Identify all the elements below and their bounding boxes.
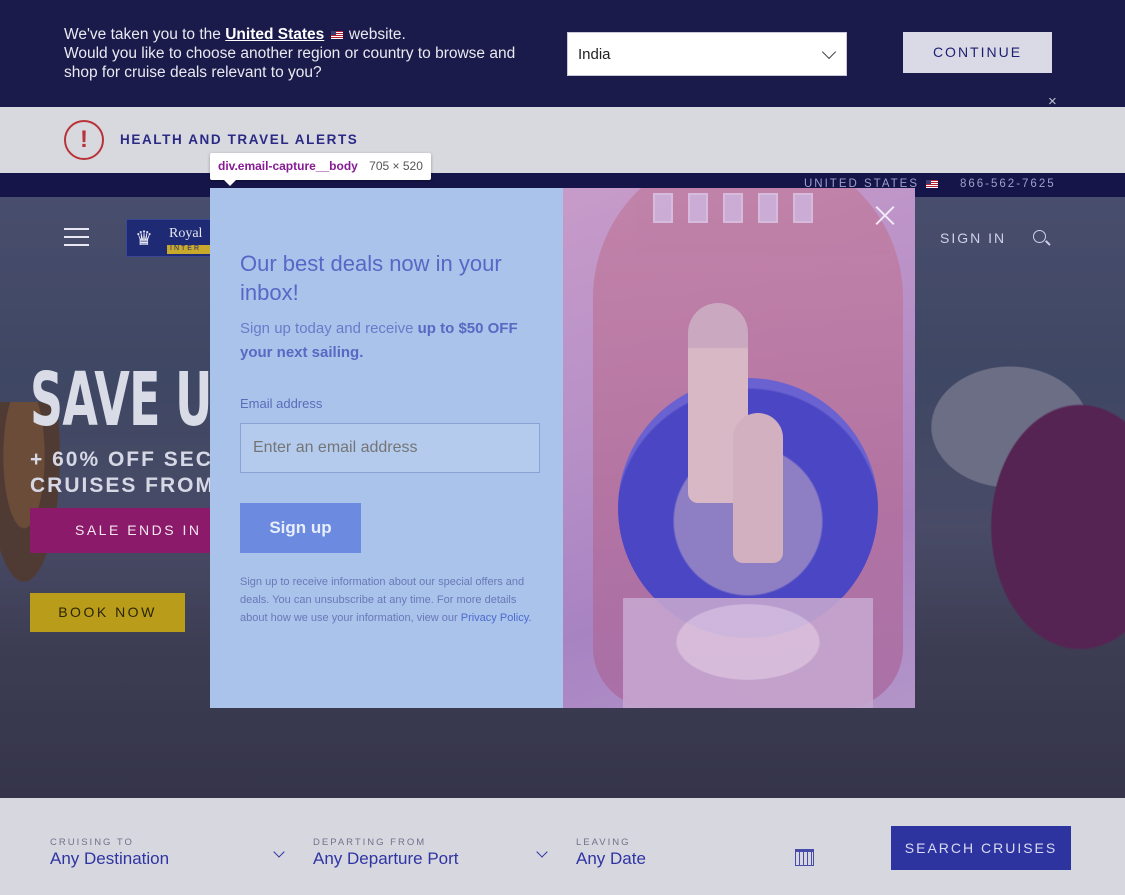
tooltip-selector: div.email-capture__body bbox=[218, 159, 358, 173]
departure-port-field[interactable]: DEPARTING FROM Any Departure Port bbox=[313, 837, 459, 869]
region-message-suffix: website. bbox=[348, 26, 406, 43]
cruise-search-bar: CRUISING TO Any Destination DEPARTING FR… bbox=[0, 798, 1125, 895]
hero-headline: SAVE U bbox=[30, 357, 212, 443]
slide-window bbox=[653, 193, 673, 223]
chevron-down-icon[interactable] bbox=[273, 846, 285, 858]
modal-subtitle: Sign up today and receive up to $50 OFF … bbox=[240, 317, 540, 365]
leaving-date-field[interactable]: LEAVING Any Date bbox=[576, 837, 646, 869]
departure-value: Any Departure Port bbox=[313, 849, 459, 868]
destination-label: CRUISING TO bbox=[50, 837, 134, 848]
destination-value: Any Destination bbox=[50, 849, 170, 868]
leaving-label: LEAVING bbox=[576, 837, 631, 848]
logo-text: Royal bbox=[169, 226, 203, 241]
royal-caribbean-logo[interactable]: ♛ Royal INTER bbox=[126, 219, 221, 257]
health-alerts-bar[interactable]: ! HEALTH AND TRAVEL ALERTS bbox=[0, 107, 1125, 173]
privacy-policy-link[interactable]: Privacy Policy. bbox=[461, 612, 532, 624]
region-question: Would you like to choose another region … bbox=[64, 45, 516, 81]
hero-subheadline: + 60% OFF SEC CRUISES FROM bbox=[30, 447, 215, 499]
slide-window bbox=[723, 193, 743, 223]
sign-in-link[interactable]: SIGN IN bbox=[940, 230, 1006, 246]
hero-sub-line2: CRUISES FROM bbox=[30, 474, 216, 497]
chevron-down-icon bbox=[821, 44, 837, 60]
us-flag-icon bbox=[926, 179, 939, 188]
continue-button[interactable]: CONTINUE bbox=[903, 32, 1052, 73]
us-flag-icon bbox=[330, 30, 343, 39]
slide-window bbox=[758, 193, 778, 223]
leaving-value: Any Date bbox=[576, 849, 646, 868]
email-capture-form: Our best deals now in your inbox! Sign u… bbox=[210, 188, 563, 708]
search-cruises-button[interactable]: SEARCH CRUISES bbox=[891, 826, 1071, 870]
modal-close-icon[interactable] bbox=[873, 203, 898, 228]
legal-disclaimer: Sign up to receive information about our… bbox=[240, 573, 540, 627]
water-splash-shape bbox=[623, 598, 873, 708]
email-capture-modal: Our best deals now in your inbox! Sign u… bbox=[210, 188, 915, 708]
region-banner: We've taken you to the United States web… bbox=[0, 0, 1125, 109]
destination-field[interactable]: CRUISING TO Any Destination bbox=[50, 837, 169, 869]
current-region-link[interactable]: United States bbox=[225, 26, 324, 43]
region-message-prefix: We've taken you to the bbox=[64, 26, 221, 43]
departure-label: DEPARTING FROM bbox=[313, 837, 427, 848]
phone-number[interactable]: 866-562-7625 bbox=[960, 178, 1056, 190]
rider-child-shape bbox=[733, 413, 783, 563]
tooltip-dimensions: 705 × 520 bbox=[369, 159, 423, 173]
calendar-icon[interactable] bbox=[795, 849, 814, 866]
search-icon[interactable] bbox=[1033, 230, 1046, 243]
sign-up-button[interactable]: Sign up bbox=[240, 503, 361, 553]
email-input[interactable] bbox=[240, 423, 540, 473]
modal-title: Our best deals now in your inbox! bbox=[240, 251, 502, 305]
slide-window bbox=[793, 193, 813, 223]
email-label: Email address bbox=[240, 396, 323, 411]
sale-countdown: SALE ENDS IN bbox=[30, 508, 230, 553]
devtools-element-tooltip: div.email-capture__body 705 × 520 bbox=[210, 153, 431, 186]
modal-water-slide-image bbox=[563, 188, 915, 708]
modal-subtitle-prefix: Sign up today and receive bbox=[240, 320, 414, 337]
crown-icon: ♛ bbox=[135, 228, 153, 250]
region-select-value: India bbox=[578, 46, 611, 63]
health-alerts-link[interactable]: HEALTH AND TRAVEL ALERTS bbox=[120, 132, 358, 147]
hamburger-menu-icon[interactable] bbox=[64, 228, 89, 246]
region-select[interactable]: India bbox=[567, 32, 847, 76]
chevron-down-icon[interactable] bbox=[536, 846, 548, 858]
alert-icon: ! bbox=[64, 120, 104, 160]
region-message: We've taken you to the United States web… bbox=[64, 25, 544, 82]
hero-sub-line1: + 60% OFF SEC bbox=[30, 448, 213, 471]
book-now-button[interactable]: BOOK NOW bbox=[30, 593, 185, 632]
slide-window bbox=[688, 193, 708, 223]
